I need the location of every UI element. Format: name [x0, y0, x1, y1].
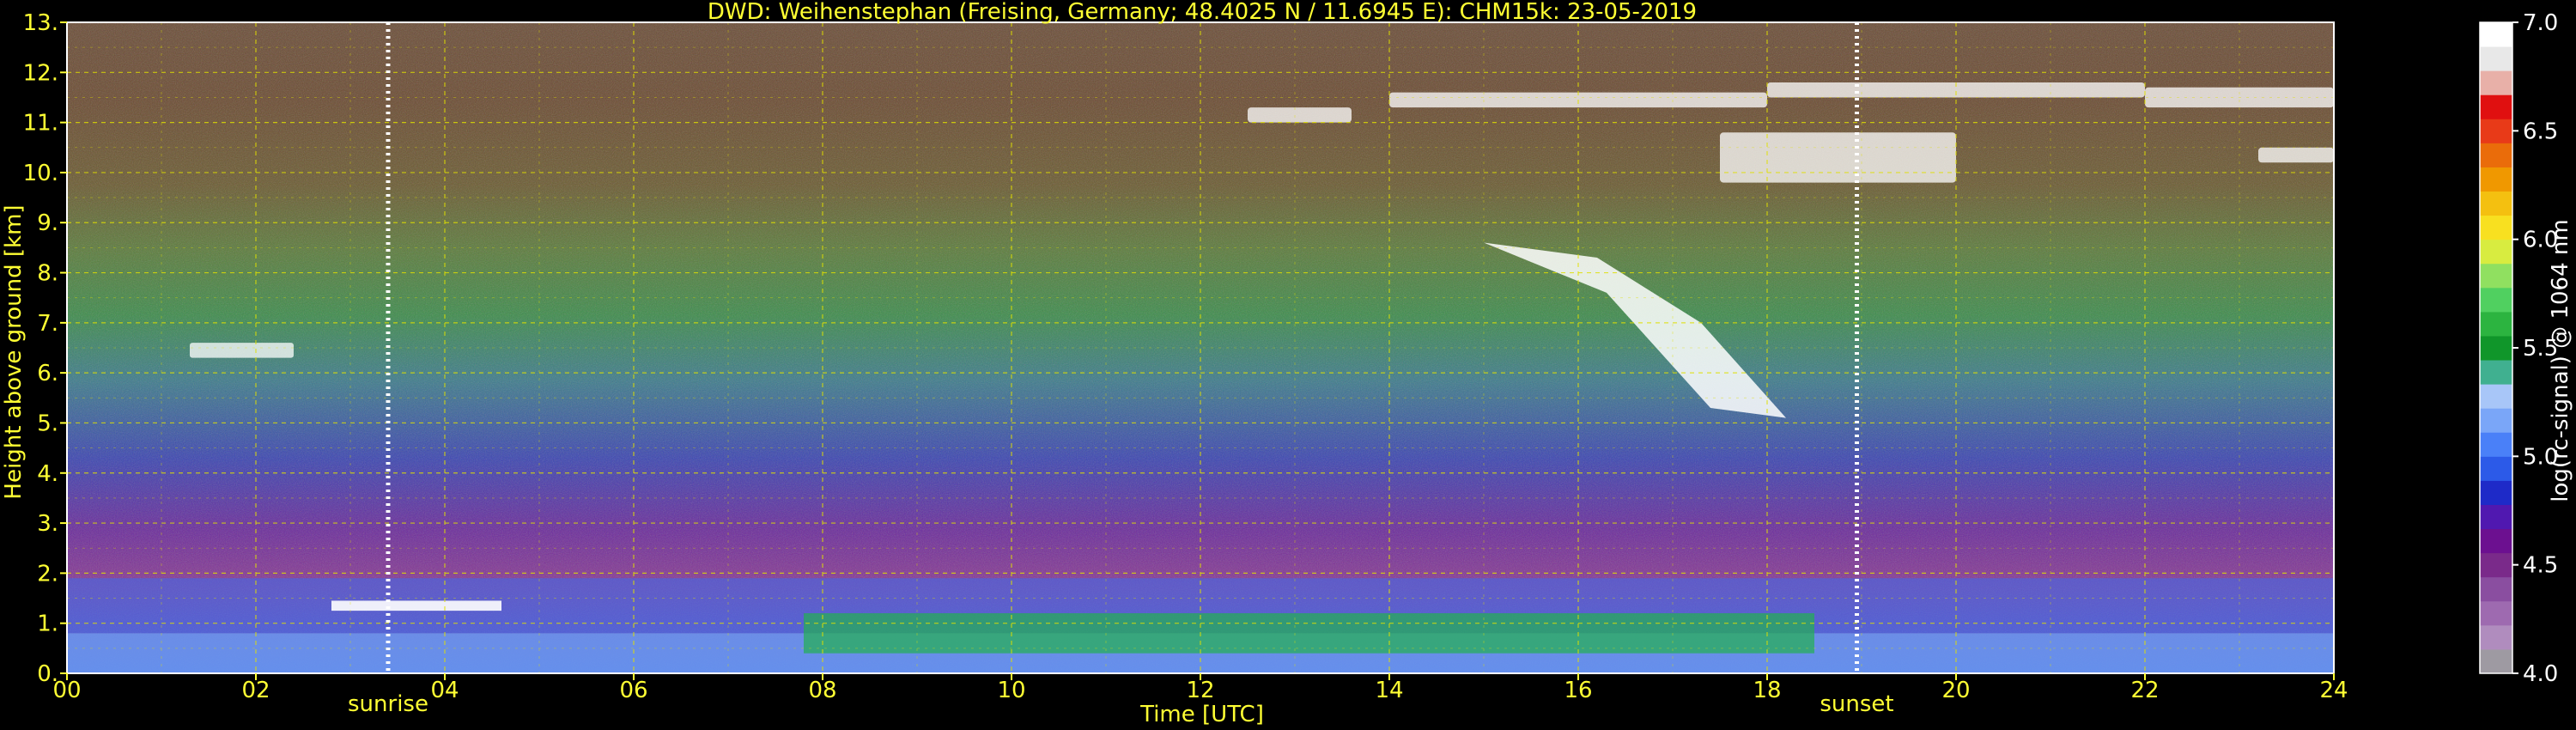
- aerosol-green-band: [804, 613, 1814, 654]
- colorbar-label: log(rc-signal) @ 1064 nm: [2548, 219, 2573, 502]
- y-tick-label: 6.: [37, 361, 58, 386]
- y-tick-label: 9.: [37, 210, 58, 236]
- colorbar-segment: [2480, 287, 2512, 313]
- colorbar-segment: [2480, 528, 2512, 554]
- colorbar-segment: [2480, 624, 2512, 650]
- colorbar-segment: [2480, 504, 2512, 530]
- colorbar-segment: [2480, 167, 2512, 192]
- x-tick-label: 02: [241, 678, 270, 703]
- chart-title: DWD: Weihenstephan (Freising, Germany; 4…: [708, 0, 1697, 25]
- colorbar-segment: [2480, 191, 2512, 216]
- cirrus-cloud: [1248, 107, 1352, 123]
- colorbar-segment: [2480, 456, 2512, 481]
- colorbar-tick-label: 7.0: [2523, 10, 2558, 36]
- colorbar-segment: [2480, 311, 2512, 337]
- colorbar-segment: [2480, 552, 2512, 578]
- y-tick-label: 13.: [23, 10, 58, 36]
- y-tick-label: 10.: [23, 161, 58, 186]
- colorbar-segment: [2480, 335, 2512, 361]
- mid-cloud-early: [190, 343, 294, 358]
- y-tick-label: 2.: [37, 561, 58, 587]
- y-tick-label: 11.: [23, 111, 58, 137]
- y-tick-label: 3.: [37, 511, 58, 537]
- y-tick-label: 4.: [37, 461, 58, 487]
- low-cloud-morning: [331, 600, 501, 611]
- x-tick-label: 04: [430, 678, 459, 703]
- colorbar-segment: [2480, 94, 2512, 119]
- y-tick-label: 1.: [37, 611, 58, 637]
- x-tick-label: 24: [2319, 678, 2348, 703]
- cirrus-cloud: [2258, 147, 2334, 163]
- colorbar-segment: [2480, 143, 2512, 167]
- colorbar-tick-label: 4.0: [2523, 661, 2558, 687]
- x-tick-label: 12: [1186, 678, 1214, 703]
- x-tick-label: 22: [2130, 678, 2159, 703]
- y-tick-label: 0.: [37, 661, 58, 687]
- x-tick-label: 14: [1375, 678, 1403, 703]
- colorbar-segment: [2480, 215, 2512, 240]
- colorbar-segment: [2480, 600, 2512, 626]
- y-tick-label: 12.: [23, 60, 58, 86]
- x-tick-label: 08: [808, 678, 836, 703]
- y-axis-label: Height above ground [km]: [1, 204, 27, 499]
- colorbar-segment: [2480, 648, 2512, 674]
- colorbar-segment: [2480, 576, 2512, 602]
- colorbar-segment: [2480, 480, 2512, 505]
- colorbar-tick-label: 4.5: [2523, 553, 2558, 579]
- colorbar-segment: [2480, 46, 2512, 71]
- ceilometer-chart: sunrise sunset 00 02 04 06 08 10 12 14 16 18 20 22 24…: [1, 0, 2573, 727]
- cirrus-cloud: [1720, 132, 1956, 183]
- colorbar-segment: [2480, 432, 2512, 457]
- y-tick-label: 7.: [37, 311, 58, 337]
- x-tick-label: 20: [1941, 678, 1970, 703]
- x-tick-label: 18: [1753, 678, 1781, 703]
- event-label-sunset: sunset: [1820, 691, 1893, 717]
- x-tick-label: 06: [619, 678, 647, 703]
- x-axis-label: Time [UTC]: [1139, 702, 1264, 727]
- x-tick-label: 10: [997, 678, 1025, 703]
- y-tick-label: 8.: [37, 261, 58, 287]
- colorbar-segment: [2480, 263, 2512, 289]
- colorbar-segment: [2480, 70, 2512, 95]
- colorbar-segment: [2480, 384, 2512, 409]
- event-label-sunrise: sunrise: [348, 691, 428, 717]
- y-tick-label: 5.: [37, 411, 58, 436]
- colorbar-segment: [2480, 22, 2512, 47]
- colorbar-tick-label: 6.5: [2523, 119, 2558, 144]
- x-tick-label: 16: [1564, 678, 1592, 703]
- colorbar-segment: [2480, 239, 2512, 265]
- colorbar: 4.04.55.05.56.06.57.0: [2479, 10, 2558, 687]
- colorbar-segment: [2480, 408, 2512, 433]
- colorbar-segment: [2480, 360, 2512, 385]
- colorbar-segment: [2480, 119, 2512, 143]
